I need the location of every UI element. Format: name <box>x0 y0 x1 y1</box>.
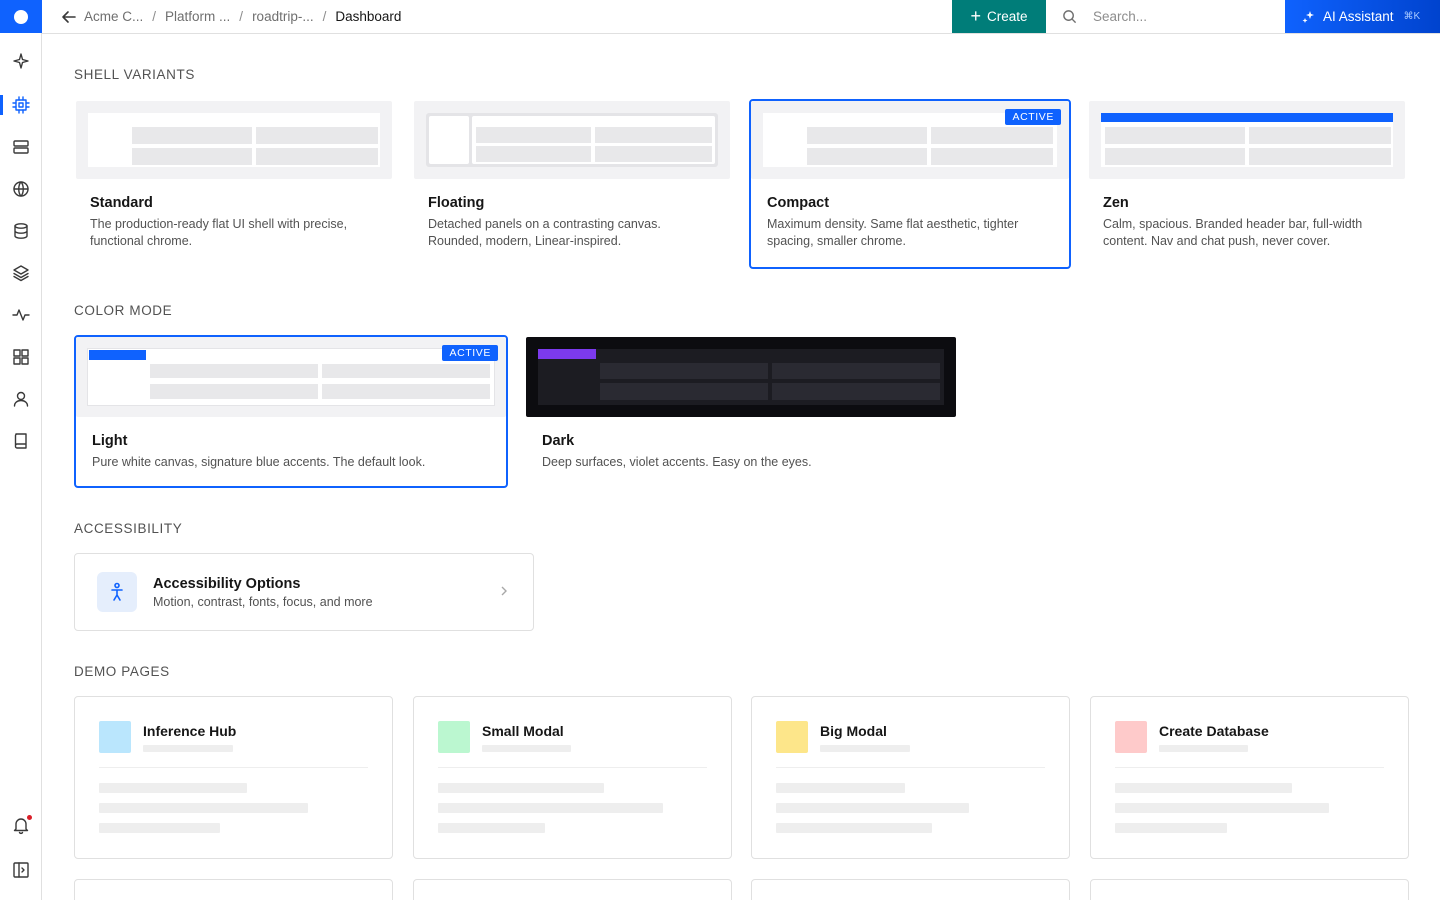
nav-toggle-sidebar[interactable] <box>0 856 42 884</box>
sparkles-icon <box>1302 10 1314 23</box>
search-input[interactable] <box>1093 9 1273 24</box>
color-name: Light <box>92 433 128 449</box>
color-preview-dark <box>526 337 956 417</box>
notification-dot <box>27 815 32 820</box>
color-card-light[interactable]: ACTIVE Light Pure white canvas, signatur… <box>74 335 508 488</box>
shell-name: Standard <box>90 195 153 211</box>
server-icon <box>13 140 29 154</box>
color-name: Dark <box>542 433 575 449</box>
user-icon <box>13 391 29 407</box>
sparkle-icon <box>13 53 29 69</box>
create-button[interactable]: + Create <box>952 0 1046 33</box>
main-content: SHELL VARIANTS Standard The production-r… <box>42 34 1440 900</box>
demo-card-partial[interactable] <box>751 879 1070 900</box>
shell-card-zen[interactable]: Zen Calm, spacious. Branded header bar, … <box>1087 99 1407 267</box>
arrow-left-icon <box>62 10 76 23</box>
shell-desc: Maximum density. Same flat aesthetic, ti… <box>767 217 1019 248</box>
search-icon <box>1063 10 1077 24</box>
shell-name: Floating <box>428 195 485 211</box>
color-desc: Deep surfaces, violet accents. Easy on t… <box>542 455 812 469</box>
shell-desc: The production-ready flat UI shell with … <box>90 217 348 248</box>
breadcrumb-item-platform[interactable]: Platform ... <box>165 9 230 24</box>
nav-activity[interactable] <box>0 301 42 329</box>
shell-card-floating[interactable]: Floating Detached panels on a contrastin… <box>412 99 732 267</box>
demo-card-partial[interactable] <box>413 879 732 900</box>
ai-assistant-button[interactable]: AI Assistant ⌘K <box>1285 0 1440 33</box>
nav-layers[interactable] <box>0 259 42 287</box>
back-button[interactable] <box>60 8 78 26</box>
shell-preview-standard <box>76 101 392 179</box>
section-title-color: COLOR MODE <box>74 303 173 318</box>
nav-sparkle[interactable] <box>0 47 42 75</box>
shell-desc: Detached panels on a contrasting canvas.… <box>428 217 661 248</box>
grid-icon <box>13 349 29 365</box>
demo-title: Inference Hub <box>143 723 237 739</box>
top-bar: Acme C... / Platform ... / roadtrip-... … <box>42 0 1440 34</box>
demo-swatch <box>99 721 131 753</box>
demo-card-inference-hub[interactable]: Inference Hub <box>74 696 393 859</box>
section-title-a11y: ACCESSIBILITY <box>74 521 183 536</box>
left-rail <box>0 0 42 900</box>
logo-icon <box>14 9 28 24</box>
nav-notifications[interactable] <box>0 811 42 839</box>
demo-swatch <box>1115 721 1147 753</box>
demo-card-partial[interactable] <box>1090 879 1409 900</box>
demo-card-create-database[interactable]: Create Database <box>1090 696 1409 859</box>
color-card-dark[interactable]: Dark Deep surfaces, violet accents. Easy… <box>526 337 956 487</box>
demo-swatch <box>776 721 808 753</box>
ai-shortcut-hint: ⌘K <box>1403 11 1421 22</box>
demo-title: Small Modal <box>482 723 564 739</box>
app-logo[interactable] <box>0 0 42 33</box>
chip-icon <box>12 96 30 114</box>
color-desc: Pure white canvas, signature blue accent… <box>92 455 426 469</box>
demo-card-partial[interactable] <box>74 879 393 900</box>
nav-network[interactable] <box>0 175 42 203</box>
nav-servers[interactable] <box>0 133 42 161</box>
globe-icon <box>13 181 29 197</box>
shell-preview-floating <box>414 101 730 179</box>
database-icon <box>14 223 28 239</box>
create-label: Create <box>986 9 1028 24</box>
shell-name: Zen <box>1103 195 1129 211</box>
breadcrumb: Acme C... / Platform ... / roadtrip-... … <box>60 0 401 33</box>
nav-docs[interactable] <box>0 427 42 455</box>
demo-title: Create Database <box>1159 723 1269 739</box>
shell-card-compact[interactable]: ACTIVE Compact Maximum density. Same fla… <box>749 99 1071 269</box>
nav-compute[interactable] <box>0 91 42 119</box>
shell-card-standard[interactable]: Standard The production-ready flat UI sh… <box>74 99 394 267</box>
demo-card-big-modal[interactable]: Big Modal <box>751 696 1070 859</box>
sidebar-toggle-icon <box>13 862 29 878</box>
chevron-right-icon <box>499 584 509 598</box>
nav-users[interactable] <box>0 385 42 413</box>
layers-icon <box>13 265 29 282</box>
shell-name: Compact <box>767 195 830 211</box>
accessibility-icon <box>97 572 137 612</box>
accessibility-options-card[interactable]: Accessibility Options Motion, contrast, … <box>74 553 534 631</box>
demo-title: Big Modal <box>820 723 887 739</box>
breadcrumb-item-org[interactable]: Acme C... <box>84 9 143 24</box>
nav-apps[interactable] <box>0 343 42 371</box>
ai-assistant-label: AI Assistant <box>1323 9 1394 24</box>
shell-desc: Calm, spacious. Branded header bar, full… <box>1103 217 1363 248</box>
breadcrumb-item-project[interactable]: roadtrip-... <box>252 9 314 24</box>
nav-database[interactable] <box>0 217 42 245</box>
book-icon <box>14 433 27 449</box>
accessibility-title: Accessibility Options <box>153 576 301 592</box>
section-title-shell: SHELL VARIANTS <box>74 67 195 82</box>
active-badge: ACTIVE <box>1005 109 1061 125</box>
breadcrumb-current: Dashboard <box>335 9 402 24</box>
section-title-demo: DEMO PAGES <box>74 664 170 679</box>
demo-swatch <box>438 721 470 753</box>
demo-card-small-modal[interactable]: Small Modal <box>413 696 732 859</box>
activity-icon <box>12 309 30 321</box>
app: Acme C... / Platform ... / roadtrip-... … <box>0 0 1440 900</box>
search-box <box>1046 0 1286 33</box>
plus-icon: + <box>970 5 981 26</box>
shell-preview-zen <box>1089 101 1405 179</box>
accessibility-desc: Motion, contrast, fonts, focus, and more <box>153 595 373 609</box>
active-badge: ACTIVE <box>442 345 498 361</box>
